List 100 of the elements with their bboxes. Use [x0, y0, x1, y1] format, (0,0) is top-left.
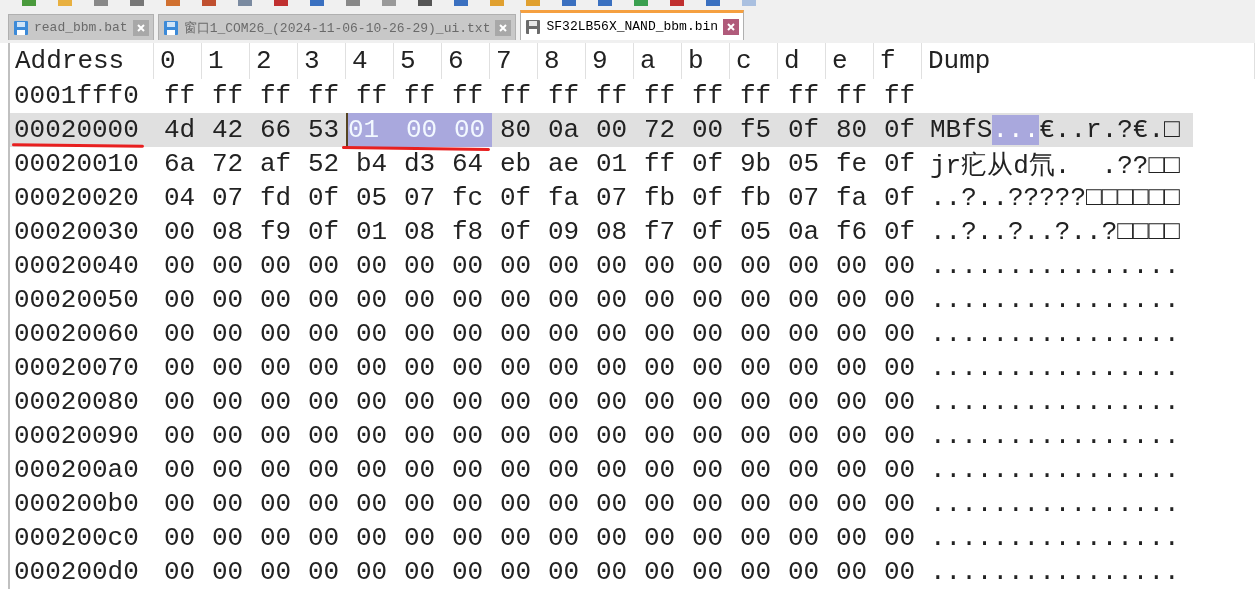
toolbar-icon[interactable] — [238, 0, 252, 6]
close-icon[interactable] — [723, 18, 740, 35]
byte-cell-text: 00 — [163, 557, 197, 587]
toolbar-icon[interactable] — [454, 0, 468, 6]
toolbar-icon[interactable] — [742, 0, 756, 6]
byte-cell-text: f5 — [739, 115, 773, 145]
byte-cell-text: 00 — [883, 489, 917, 519]
byte-cell-text: 00 — [355, 353, 389, 383]
file-tab[interactable]: read_bbm.bat — [8, 14, 154, 40]
toolbar-icon[interactable] — [94, 0, 108, 6]
toolbar-icon[interactable] — [706, 0, 720, 6]
toolbar-icon[interactable] — [490, 0, 504, 6]
byte-cell-text: af — [259, 149, 293, 179]
toolbar-icon[interactable] — [562, 0, 576, 6]
byte-cell-text: 00 — [451, 489, 485, 519]
toolbar-icon[interactable] — [346, 0, 360, 6]
byte-cell-text: 00 — [307, 489, 341, 519]
byte-cell-text: 00 — [835, 285, 869, 315]
address-cell-text: 00020020 — [13, 182, 140, 215]
byte-cell-text: 00 — [691, 319, 725, 349]
byte-cell-text: ff — [691, 81, 725, 111]
byte-cell-text: 00 — [595, 115, 629, 145]
byte-cell-text: 00 — [307, 421, 341, 451]
address-cell-text: 000200b0 — [13, 488, 140, 521]
byte-cell-text: f6 — [835, 217, 869, 247]
byte-cell-text: 00 — [643, 251, 677, 281]
toolbar-icon[interactable] — [634, 0, 648, 6]
byte-cell-text: 00 — [643, 489, 677, 519]
byte-cell-text: 08 — [595, 217, 629, 247]
byte-cell-text: 00 — [547, 455, 581, 485]
byte-cell-text: 00 — [211, 455, 245, 485]
byte-cell-text: 00 — [739, 489, 773, 519]
column-header: 5 — [394, 43, 442, 79]
byte-cell-text: 00 — [595, 353, 629, 383]
byte-cell-text: fe — [835, 149, 869, 179]
byte-cell-text: 00 — [403, 251, 437, 281]
byte-cell-text: 0a — [547, 115, 581, 145]
byte-cell-text: 00 — [403, 455, 437, 485]
close-icon[interactable] — [495, 19, 512, 36]
file-tab[interactable]: 窗口1_COM26_(2024-11-06-10-26-29)_ui.txt — [157, 14, 517, 40]
byte-cell-text: ff — [835, 81, 869, 111]
toolbar-icon[interactable] — [274, 0, 288, 6]
byte-cell-text: ae — [547, 149, 581, 179]
byte-cell-text: 00 — [451, 523, 485, 553]
byte-cell-text: 00 — [259, 251, 293, 281]
byte-cell-text: 00 — [259, 455, 293, 485]
column-header: 2 — [250, 43, 298, 79]
byte-cell-text: ff — [259, 81, 293, 111]
file-tab[interactable]: SF32LB56X_NAND_bbm.bin — [520, 10, 745, 40]
column-header: b — [682, 43, 730, 79]
byte-cell-text: 00 — [259, 421, 293, 451]
toolbar-icon[interactable] — [526, 0, 540, 6]
dump-text: ................ — [930, 523, 1180, 553]
byte-cell-text: 00 — [211, 421, 245, 451]
byte-cell-text: 0f — [691, 149, 725, 179]
byte-cell-text: 00 — [451, 319, 485, 349]
byte-cell-text: 00 — [403, 285, 437, 315]
byte-cell-text: 00 — [643, 421, 677, 451]
byte-cell-text: f8 — [451, 217, 485, 247]
byte-cell-text: 00 — [883, 455, 917, 485]
column-header: 4 — [346, 43, 394, 79]
byte-cell-text: 00 — [595, 285, 629, 315]
byte-cell-text: 00 — [307, 285, 341, 315]
toolbar-icon[interactable] — [130, 0, 144, 6]
byte-cell-text: f9 — [259, 217, 293, 247]
close-icon[interactable] — [132, 19, 149, 36]
byte-cell-text: 00 — [259, 557, 293, 587]
byte-cell-text: 00 — [691, 353, 725, 383]
byte-cell-text: 64 — [451, 149, 485, 179]
toolbar-icon[interactable] — [22, 0, 36, 6]
byte-cell-text: 00 — [307, 455, 341, 485]
byte-cell-text: 00 — [259, 353, 293, 383]
byte-cell-text: 00 — [547, 557, 581, 587]
byte-cell-text: 00 — [451, 285, 485, 315]
byte-cell-text: 01 — [355, 217, 389, 247]
byte-cell-text: 00 — [211, 489, 245, 519]
toolbar-icon[interactable] — [202, 0, 216, 6]
toolbar-icon[interactable] — [166, 0, 180, 6]
byte-cell-text: 00 — [739, 455, 773, 485]
byte-cell-text: 00 — [307, 523, 341, 553]
toolbar-icon[interactable] — [310, 0, 324, 6]
byte-cell-text: 00 — [643, 523, 677, 553]
toolbar-icon[interactable] — [598, 0, 612, 6]
column-header: 9 — [586, 43, 634, 79]
dump-text: ................ — [930, 319, 1180, 349]
byte-cell-text: 00 — [691, 421, 725, 451]
byte-cell-text: 00 — [787, 489, 821, 519]
toolbar-icon[interactable] — [382, 0, 396, 6]
dump-text: ................ — [930, 251, 1180, 281]
dump-text: ................ — [930, 489, 1180, 519]
toolbar-icon[interactable] — [418, 0, 432, 6]
byte-selection[interactable]: 01 00 00 — [346, 113, 492, 147]
toolbar-icon[interactable] — [58, 0, 72, 6]
toolbar-icon[interactable] — [670, 0, 684, 6]
dump-text: ................ — [930, 353, 1180, 383]
byte-cell-text: 0f — [691, 183, 725, 213]
dump-text: ..?..?..?..?□□□□ — [930, 217, 1180, 247]
byte-cell-text: 6a — [163, 149, 197, 179]
byte-cell-text: 00 — [739, 353, 773, 383]
byte-cell-text: 00 — [787, 421, 821, 451]
